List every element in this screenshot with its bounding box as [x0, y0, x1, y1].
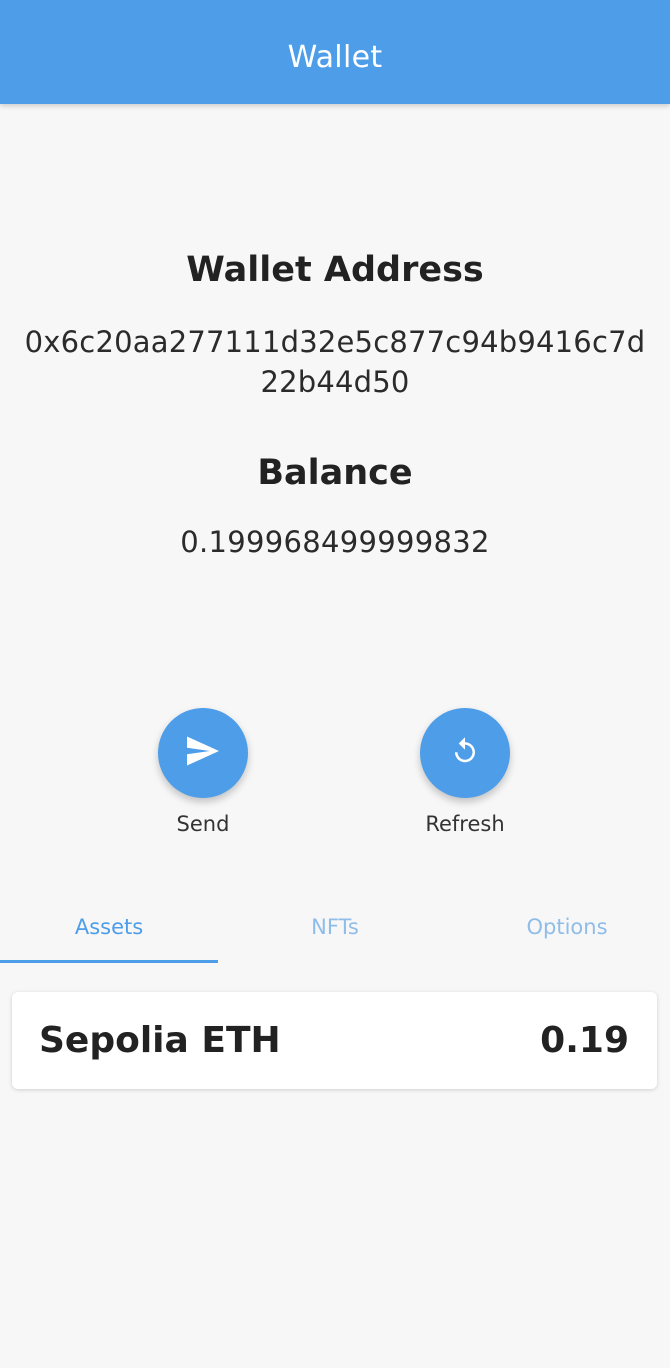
refresh-fab[interactable]: [420, 708, 510, 798]
send-label: Send: [176, 812, 230, 836]
send-fab[interactable]: [158, 708, 248, 798]
wallet-address-line-1: 0x6c20aa277111d32e5c877c94b9416c7d: [24, 325, 646, 359]
balance-heading: Balance: [257, 453, 413, 493]
app-bar-title: Wallet: [287, 39, 383, 75]
tab-bar: Assets NFTs Options: [0, 890, 670, 966]
asset-name: Sepolia ETH: [39, 1020, 281, 1061]
tab-options[interactable]: Options: [458, 890, 670, 964]
refresh-button[interactable]: Refresh: [385, 708, 545, 836]
wallet-address-value: 0x6c20aa277111d32e5c877c94b9416c7d 22b44…: [0, 322, 670, 402]
send-icon: [185, 735, 221, 771]
active-tab-indicator: [0, 960, 218, 963]
refresh-icon: [450, 736, 480, 770]
balance-value: 0.199968499999832: [180, 525, 490, 559]
tab-nfts[interactable]: NFTs: [226, 890, 444, 964]
asset-amount: 0.19: [540, 1020, 629, 1061]
wallet-address-line-2: 22b44d50: [260, 365, 410, 399]
refresh-label: Refresh: [425, 812, 505, 836]
asset-row[interactable]: Sepolia ETH 0.19: [12, 992, 657, 1089]
wallet-address-heading: Wallet Address: [186, 250, 484, 290]
send-button[interactable]: Send: [123, 708, 283, 836]
tab-assets[interactable]: Assets: [0, 890, 218, 964]
app-bar: Wallet: [0, 0, 670, 104]
